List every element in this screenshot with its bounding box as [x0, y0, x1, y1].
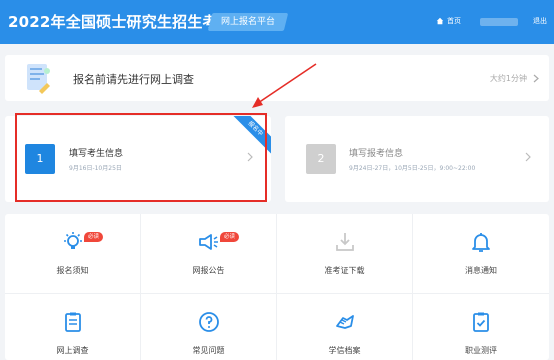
grid-item-label: 消息通知: [465, 266, 497, 275]
grid-item-faq[interactable]: 常见问题: [141, 294, 277, 360]
grid-item-xuexin-archive[interactable]: 学信档案: [277, 294, 413, 360]
step-date: 9月24日-27日，10月5日-25日，9:00~22:00: [349, 165, 476, 172]
grid-item-label: 学信档案: [328, 346, 361, 355]
grid-item-notice[interactable]: 必读 报名须知: [5, 214, 141, 294]
home-link[interactable]: 首页: [436, 16, 461, 26]
chevron-right-icon: [533, 74, 539, 83]
grid-item-notifications[interactable]: 消息通知: [413, 214, 549, 294]
step-title: 填写报考信息: [349, 149, 404, 159]
platform-tag: 网上报名平台: [207, 13, 289, 31]
step-number: 2: [306, 144, 336, 174]
grid-item-label: 网上调查: [56, 346, 89, 355]
step-date: 9月16日-10月25日: [69, 165, 122, 172]
step-title: 填写考生信息: [69, 149, 124, 159]
grid-item-label: 常见问题: [192, 346, 225, 355]
grid-item-announcement[interactable]: 必读 网报公告: [141, 214, 277, 294]
must-read-badge: 必读: [84, 232, 104, 242]
grid-item-admission-ticket[interactable]: 准考证下载: [277, 214, 413, 294]
user-name-blurred: [480, 18, 518, 26]
clipboard-icon: [64, 312, 81, 332]
scroll-icon: [335, 315, 354, 329]
survey-duration: 大约1分钟: [489, 74, 527, 83]
platform-tag-label: 网上报名平台: [221, 17, 276, 27]
grid-item-label: 报名须知: [56, 266, 89, 275]
step-fill-candidate-info[interactable]: 1 填写考生信息 9月16日-10月25日 报名中: [5, 116, 271, 202]
chevron-right-icon: [247, 152, 253, 162]
lightbulb-icon: [63, 232, 82, 249]
download-icon: [335, 233, 354, 251]
grid-item-label: 网报公告: [192, 266, 225, 275]
survey-card[interactable]: 报名前请先进行网上调查 大约1分钟: [5, 55, 549, 101]
survey-prompt: 报名前请先进行网上调查: [73, 73, 194, 86]
must-read-badge: 必读: [220, 232, 240, 242]
status-ribbon: 报名中: [227, 116, 271, 157]
step-fill-application-info[interactable]: 2 填写报考信息 9月24日-27日，10月5日-25日，9:00~22:00: [285, 116, 549, 202]
grid-item-online-survey[interactable]: 网上调查: [5, 294, 141, 360]
grid-item-label: 准考证下载: [324, 266, 365, 275]
clipboard-check-icon: [473, 312, 489, 332]
logout-link[interactable]: 退出: [533, 16, 547, 26]
survey-duration-group: 大约1分钟: [490, 73, 539, 84]
home-icon: [436, 17, 444, 25]
megaphone-icon: [198, 234, 218, 250]
bell-icon: [472, 233, 490, 252]
home-label: 首页: [447, 17, 461, 25]
grid-item-career-assessment[interactable]: 职业测评: [413, 294, 549, 360]
grid-item-label: 职业测评: [465, 346, 497, 355]
question-icon: [198, 312, 219, 332]
chevron-right-icon: [525, 152, 531, 162]
function-grid: 必读 报名须知 必读 网报公告 准考证下载 消息通知 网上调查 常见问题 学信档…: [5, 214, 549, 360]
survey-document-icon: [27, 64, 50, 94]
top-header: 2022年全国硕士研究生招生考试 网上报名平台 首页 退出: [0, 0, 554, 44]
site-title: 2022年全国硕士研究生招生考试: [8, 13, 233, 31]
step-number: 1: [25, 144, 55, 174]
